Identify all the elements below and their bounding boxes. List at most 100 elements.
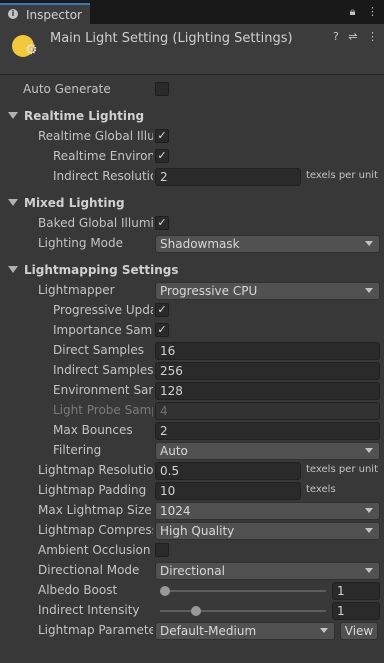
lightmapping-title: Lightmapping Settings (24, 263, 179, 277)
lightmap-padding-unit: texels (306, 484, 336, 495)
max-bounces-label: Max Bounces (53, 423, 133, 437)
indirect-samples-row: Indirect Samples 256 (0, 361, 384, 381)
environment-samples-label: Environment Samp (53, 383, 153, 397)
ambient-occlusion-label: Ambient Occlusion (38, 543, 151, 557)
tab-inspector[interactable]: i Inspector (0, 3, 90, 24)
realtime-env-row: Realtime Environn ✓ (0, 147, 384, 167)
lightmap-resolution-label: Lightmap Resolution (38, 463, 153, 477)
environment-samples-field[interactable]: 128 (155, 382, 380, 400)
indirect-intensity-slider[interactable] (160, 610, 326, 612)
lighting-mode-dropdown[interactable]: Shadowmask (155, 235, 380, 253)
lightmapper-value: Progressive CPU (160, 284, 258, 298)
indirect-intensity-field[interactable]: 1 (332, 602, 380, 620)
max-lightmap-size-label: Max Lightmap Size (38, 503, 152, 517)
importance-sampling-label: Importance Sampl (53, 323, 153, 337)
directional-mode-dropdown[interactable]: Directional (155, 562, 380, 580)
direct-samples-label: Direct Samples (53, 343, 144, 357)
page-title: Main Light Setting (Lighting Settings) (50, 31, 293, 46)
lighting-mode-value: Shadowmask (160, 237, 240, 251)
importance-sampling-checkbox[interactable]: ✓ (155, 323, 169, 337)
chevron-down-icon (365, 528, 373, 533)
lightmap-resolution-field[interactable]: 0.5 (155, 462, 301, 480)
lightmap-parameters-dropdown[interactable]: Default-Medium (155, 622, 335, 640)
chevron-down-icon (365, 568, 373, 573)
direct-samples-field[interactable]: 16 (155, 342, 380, 360)
chevron-down-icon (365, 241, 373, 246)
lightmap-padding-field[interactable]: 10 (155, 482, 301, 500)
lock-icon[interactable]: 🔒︎ (350, 5, 356, 18)
filtering-dropdown[interactable]: Auto (155, 442, 380, 460)
max-bounces-field[interactable]: 2 (155, 422, 380, 440)
preset-icon[interactable]: ⇌ (348, 30, 357, 43)
kebab-menu-icon[interactable]: ⋮ (367, 5, 378, 18)
mixed-lighting-title: Mixed Lighting (24, 196, 125, 210)
indirect-resolution-field[interactable]: 2 (155, 168, 301, 186)
indirect-intensity-row: Indirect Intensity 1 (0, 601, 384, 621)
albedo-boost-field[interactable]: 1 (332, 582, 380, 600)
indirect-samples-field[interactable]: 256 (155, 362, 380, 380)
lightmap-parameters-value: Default-Medium (160, 624, 257, 638)
view-button[interactable]: View (340, 622, 378, 640)
indirect-resolution-row: Indirect Resolution 2 texels per unit (0, 167, 384, 187)
inspector-header: ⚙ Main Light Setting (Lighting Settings)… (0, 24, 384, 75)
auto-generate-label: Auto Generate (23, 82, 111, 96)
filtering-value: Auto (160, 444, 188, 458)
foldout-arrow-icon (8, 199, 18, 206)
direct-samples-row: Direct Samples 16 (0, 341, 384, 361)
realtime-gi-checkbox[interactable]: ✓ (155, 129, 169, 143)
lightmap-resolution-unit: texels per unit (306, 464, 378, 475)
realtime-env-checkbox[interactable]: ✓ (155, 149, 169, 163)
lightmapper-dropdown[interactable]: Progressive CPU (155, 282, 380, 300)
realtime-env-label: Realtime Environn (53, 149, 153, 163)
lightmapper-label: Lightmapper (38, 283, 115, 297)
ambient-occlusion-checkbox[interactable] (155, 543, 169, 557)
indirect-resolution-label: Indirect Resolution (53, 169, 153, 183)
indirect-intensity-slider-handle[interactable] (191, 606, 202, 616)
max-lightmap-size-dropdown[interactable]: 1024 (155, 502, 380, 520)
light-probe-samples-field: 4 (155, 402, 380, 420)
max-lightmap-size-value: 1024 (160, 504, 191, 518)
max-bounces-row: Max Bounces 2 (0, 421, 384, 441)
foldout-arrow-icon (8, 112, 18, 119)
max-lightmap-size-row: Max Lightmap Size 1024 (0, 501, 384, 521)
environment-samples-row: Environment Samp 128 (0, 381, 384, 401)
light-probe-samples-label: Light Probe Samp (53, 403, 153, 417)
chevron-down-icon (320, 628, 328, 633)
realtime-gi-label: Realtime Global Illum (38, 129, 153, 143)
lighting-mode-label: Lighting Mode (38, 236, 124, 250)
albedo-boost-slider[interactable] (160, 590, 326, 592)
lightmap-compression-dropdown[interactable]: High Quality (155, 522, 380, 540)
auto-generate-checkbox[interactable] (155, 82, 169, 96)
directional-mode-row: Directional Mode Directional (0, 561, 384, 581)
chevron-down-icon (365, 448, 373, 453)
baked-gi-row: Baked Global Illumin ✓ (0, 214, 384, 234)
lightmap-padding-row: Lightmap Padding 10 texels (0, 481, 384, 501)
albedo-boost-slider-handle[interactable] (160, 586, 170, 596)
lightmap-resolution-row: Lightmap Resolution 0.5 texels per unit (0, 461, 384, 481)
progressive-updates-label: Progressive Upda (53, 303, 153, 317)
lightmap-compression-value: High Quality (160, 524, 235, 538)
indirect-resolution-unit: texels per unit (306, 170, 378, 181)
albedo-boost-label: Albedo Boost (38, 583, 118, 597)
light-probe-samples-row: Light Probe Samp 4 (0, 401, 384, 421)
lightmap-parameters-label: Lightmap Parameters (38, 623, 153, 637)
gear-icon: ⚙ (25, 42, 38, 58)
menu-icon[interactable]: ⋮ (367, 30, 378, 43)
lightmapping-foldout[interactable]: Lightmapping Settings (0, 261, 384, 281)
mixed-lighting-foldout[interactable]: Mixed Lighting (0, 194, 384, 214)
importance-sampling-row: Importance Sampl ✓ (0, 321, 384, 341)
lightmapper-row: Lightmapper Progressive CPU (0, 281, 384, 301)
auto-generate-row: Auto Generate (0, 80, 384, 100)
info-icon: i (8, 9, 18, 19)
lightmap-compression-row: Lightmap Compressi High Quality (0, 521, 384, 541)
lighting-mode-row: Lighting Mode Shadowmask (0, 234, 384, 254)
realtime-gi-row: Realtime Global Illum ✓ (0, 127, 384, 147)
baked-gi-checkbox[interactable]: ✓ (155, 216, 169, 230)
baked-gi-label: Baked Global Illumin (38, 216, 153, 230)
realtime-lighting-foldout[interactable]: Realtime Lighting (0, 107, 384, 127)
lightmap-padding-label: Lightmap Padding (38, 483, 147, 497)
indirect-samples-label: Indirect Samples (53, 363, 153, 377)
help-icon[interactable]: ? (333, 30, 339, 43)
chevron-down-icon (365, 288, 373, 293)
progressive-updates-checkbox[interactable]: ✓ (155, 303, 169, 317)
